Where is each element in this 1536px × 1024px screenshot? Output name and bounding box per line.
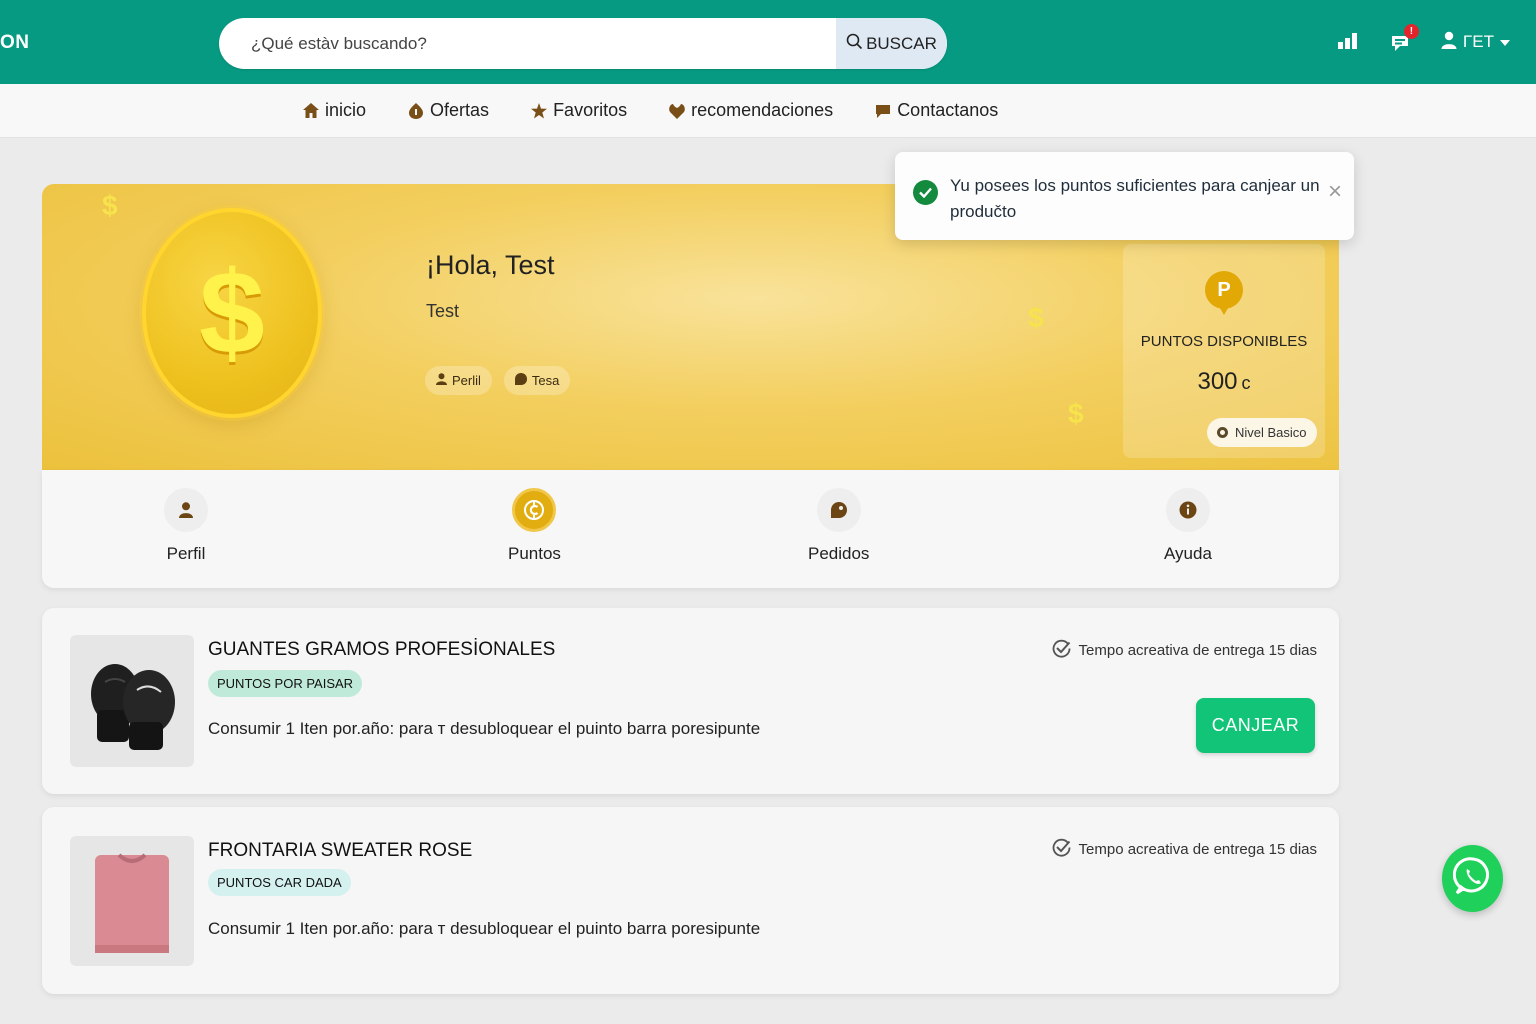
user-icon bbox=[164, 488, 208, 532]
order-icon bbox=[816, 488, 861, 532]
chip-profile[interactable]: Perlil bbox=[425, 366, 492, 395]
star-icon bbox=[531, 102, 548, 119]
product-card: GUANTES GRAMOS PROFESİONALES PUNTOS POR … bbox=[42, 608, 1339, 794]
notification-badge: ! bbox=[1403, 24, 1419, 39]
dollar-decoration-icon: $ bbox=[1028, 302, 1044, 333]
search-button[interactable]: BUSCAR bbox=[836, 18, 947, 69]
product-description: Consumir 1 Iten por.año: para т desubloq… bbox=[208, 719, 761, 738]
tab-perfil[interactable]: Perfil bbox=[164, 488, 208, 564]
tab-label: Perfil bbox=[166, 544, 206, 563]
nav-label: recomendaciones bbox=[691, 100, 834, 120]
nav-label: Contactanos bbox=[897, 100, 999, 120]
dollar-decoration-icon: $ bbox=[1068, 398, 1084, 429]
search-bar: BUSCAR bbox=[219, 18, 947, 69]
user-icon bbox=[436, 373, 447, 388]
points-label: PUNTOS DISPONIBLES bbox=[1140, 333, 1308, 350]
product-description: Consumir 1 Iten por.año: para т desubloq… bbox=[208, 919, 761, 938]
tab-pedidos[interactable]: Pedidos bbox=[808, 488, 869, 564]
level-label: Nivel Basico bbox=[1235, 425, 1307, 440]
level-ring-icon bbox=[1217, 427, 1228, 438]
coin-dollar-icon: $ bbox=[199, 247, 265, 379]
nav-label: Favoritos bbox=[553, 100, 628, 120]
close-icon[interactable]: × bbox=[1328, 180, 1342, 204]
tag-icon bbox=[514, 373, 527, 388]
stats-icon[interactable] bbox=[1337, 31, 1359, 54]
coin-illustration: $ bbox=[142, 208, 322, 418]
tab-label: Ayuda bbox=[1164, 544, 1212, 563]
recommend-icon bbox=[669, 103, 685, 119]
whatsapp-button[interactable] bbox=[1442, 845, 1503, 912]
chip-tag[interactable]: Tesa bbox=[503, 366, 571, 395]
tab-label: Puntos bbox=[508, 544, 561, 563]
nav-item-recomendaciones[interactable]: recomendaciones bbox=[669, 100, 833, 121]
home-icon bbox=[303, 103, 319, 119]
nav-item-ofertas[interactable]: Ofertas bbox=[408, 100, 489, 121]
greeting-subtitle: Test bbox=[426, 301, 460, 321]
boxing-gloves-image[interactable] bbox=[70, 635, 194, 767]
dollar-decoration-icon: $ bbox=[102, 190, 118, 221]
contact-icon bbox=[875, 103, 891, 119]
search-input[interactable] bbox=[219, 18, 836, 69]
check-circle-icon bbox=[1052, 639, 1071, 662]
points-badge-icon: P bbox=[1205, 271, 1243, 315]
check-circle-icon bbox=[1052, 838, 1071, 861]
search-icon bbox=[846, 33, 863, 55]
user-icon bbox=[1441, 31, 1457, 54]
main-nav: inicio Ofertas Favoritos recomendaciones… bbox=[0, 84, 1536, 138]
top-bar: ON BUSCAR ! ΓET bbox=[0, 0, 1536, 84]
points-value: 300 bbox=[1197, 368, 1238, 395]
profile-chips: Perlil Tesa bbox=[425, 366, 571, 395]
info-icon bbox=[1165, 488, 1210, 532]
header-actions: ! ΓET bbox=[1337, 24, 1510, 54]
success-check-icon bbox=[913, 180, 938, 205]
notification-icon[interactable]: ! bbox=[1389, 24, 1419, 54]
nav-item-contactanos[interactable]: Contactanos bbox=[875, 100, 998, 121]
level-chip: Nivel Basico bbox=[1207, 418, 1317, 447]
delivery-info: Tempo acreativa de entrega 15 dias bbox=[1052, 639, 1317, 662]
redeem-button[interactable]: CANJEAR bbox=[1196, 698, 1315, 753]
tab-puntos[interactable]: Puntos bbox=[508, 488, 561, 564]
chip-label: Tesa bbox=[531, 373, 560, 388]
coin-icon bbox=[512, 488, 557, 532]
user-name: ΓET bbox=[1462, 32, 1494, 51]
product-title: GUANTES GRAMOS PROFESİONALES bbox=[208, 639, 556, 660]
brand-logo[interactable]: ON bbox=[0, 32, 30, 54]
caret-down-icon bbox=[1500, 32, 1510, 52]
whatsapp-icon bbox=[1452, 856, 1493, 901]
offers-icon bbox=[408, 102, 424, 119]
greeting-heading: ¡Hola, Test bbox=[426, 250, 555, 280]
product-card: FRONTARIA SWEATER ROSE PUNTOS CAR DADA C… bbox=[42, 807, 1339, 994]
points-unit: c bbox=[1241, 373, 1251, 393]
success-toast: Yu posees los puntos suficientes para ca… bbox=[895, 152, 1354, 240]
tab-label: Pedidos bbox=[808, 544, 870, 563]
pink-sweater-image[interactable] bbox=[70, 836, 194, 966]
user-menu[interactable]: ΓET bbox=[1441, 31, 1510, 54]
toast-message: Yu posees los puntos suficientes para ca… bbox=[950, 176, 1320, 221]
product-title: FRONTARIA SWEATER ROSE bbox=[208, 840, 473, 861]
account-tabs: Perfil Puntos Pedidos Ayuda bbox=[42, 470, 1339, 588]
tab-ayuda[interactable]: Ayuda bbox=[1164, 488, 1212, 564]
nav-label: inicio bbox=[325, 100, 367, 120]
product-tag: PUNTOS POR PAISAR bbox=[208, 670, 363, 697]
delivery-text: Tempo acreativa de entrega 15 dias bbox=[1078, 841, 1317, 858]
search-button-label: BUSCAR bbox=[866, 33, 937, 53]
nav-label: Ofertas bbox=[430, 100, 490, 120]
delivery-info: Tempo acreativa de entrega 15 dias bbox=[1052, 838, 1317, 861]
nav-item-favoritos[interactable]: Favoritos bbox=[531, 100, 627, 121]
nav-item-inicio[interactable]: inicio bbox=[303, 100, 366, 121]
points-value-row: 300 c bbox=[1123, 368, 1325, 396]
delivery-text: Tempo acreativa de entrega 15 dias bbox=[1078, 642, 1317, 659]
points-card: P PUNTOS DISPONIBLES 300 c Nivel Basico bbox=[1123, 244, 1325, 458]
product-tag: PUNTOS CAR DADA bbox=[208, 869, 351, 896]
chip-label: Perlil bbox=[452, 373, 481, 388]
